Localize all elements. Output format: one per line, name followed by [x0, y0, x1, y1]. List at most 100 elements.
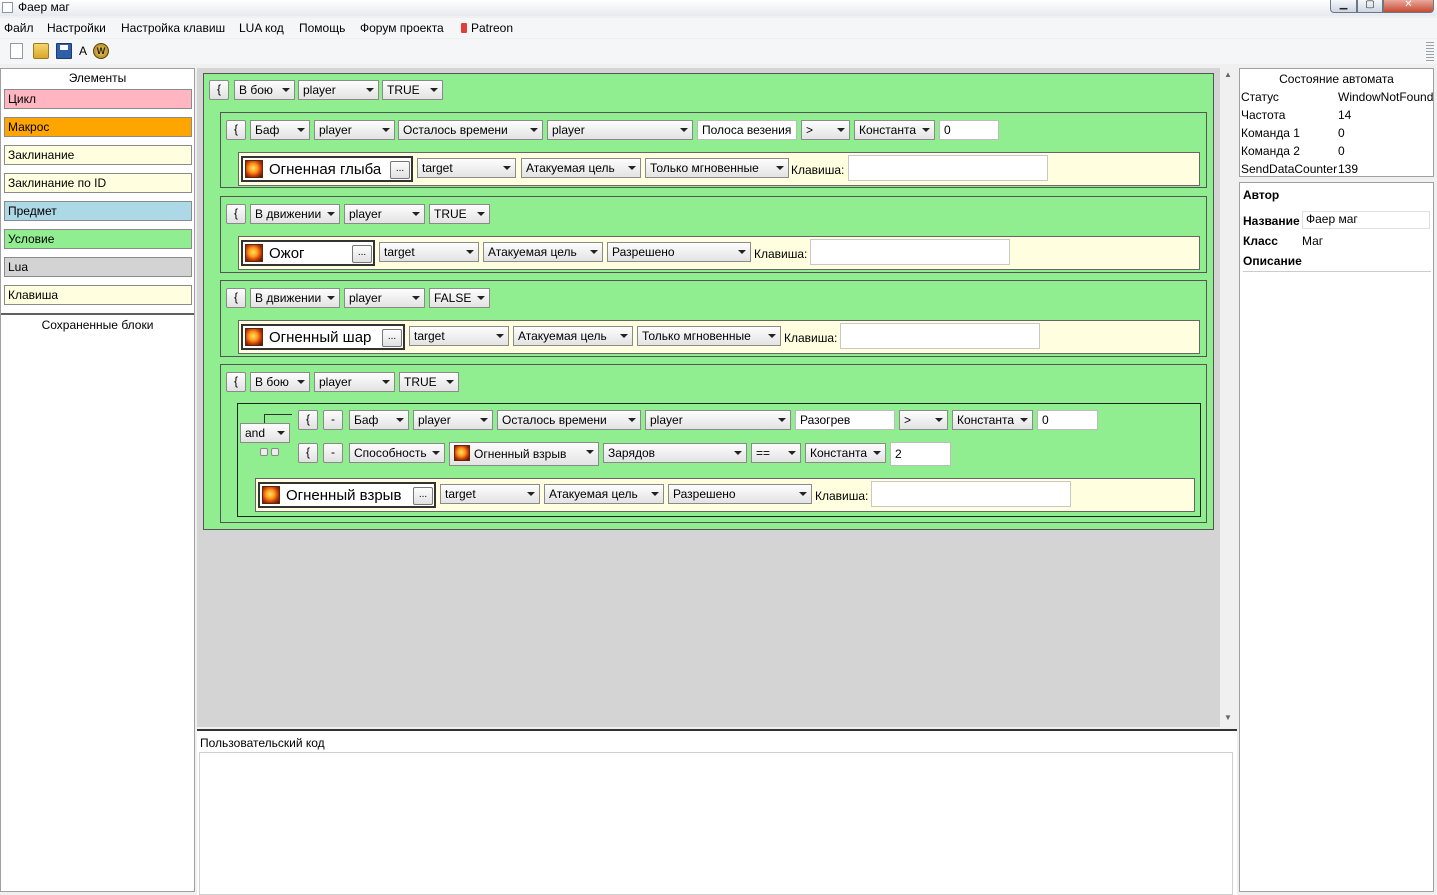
menu-bar: Файл Настройки Настройка клавиш LUA код … [0, 18, 1437, 38]
menu-patreon[interactable]: Patreon [461, 21, 513, 35]
element-item-item[interactable]: Предмет [4, 201, 192, 221]
property-dropdown[interactable]: Осталось времени [398, 120, 543, 140]
remove-button[interactable]: - [323, 443, 343, 463]
element-item-spell[interactable]: Заклинание [4, 145, 192, 165]
toolbar-grip[interactable] [1426, 42, 1434, 62]
wow-icon[interactable]: W [93, 43, 109, 59]
value-input[interactable]: 2 [890, 442, 951, 466]
name-input[interactable]: Фаер маг [1302, 211, 1430, 229]
operator-dropdown[interactable]: > [899, 410, 948, 430]
aura-name-input[interactable]: Полоса везения [697, 120, 797, 140]
key-input[interactable] [840, 323, 1040, 349]
bool-dropdown[interactable]: TRUE [429, 204, 490, 224]
source-dropdown[interactable]: Константа [952, 410, 1033, 430]
aura-type-dropdown[interactable]: Баф [250, 120, 310, 140]
remove-condition-icon[interactable] [271, 448, 279, 456]
bool-dropdown[interactable]: TRUE [399, 372, 459, 392]
window-title: Фаер маг [18, 0, 70, 14]
aura-type-dropdown[interactable]: Баф [349, 410, 409, 430]
condition-type-dropdown[interactable]: Способность [349, 443, 445, 463]
menu-help[interactable]: Помощь [299, 21, 345, 35]
spell-picker-button[interactable]: ... [352, 245, 372, 263]
element-item-condition[interactable]: Условие [4, 229, 192, 249]
brace-button[interactable]: { [226, 372, 246, 392]
menu-file[interactable]: Файл [4, 21, 34, 35]
cast-mode-dropdown[interactable]: Разрешено [607, 242, 751, 262]
condition-dropdown[interactable]: В движении [250, 288, 340, 308]
brace-button[interactable]: { [226, 288, 246, 308]
ability-dropdown[interactable]: Огненный взрыв [449, 442, 599, 466]
target-mode-dropdown[interactable]: Атакуемая цель [483, 242, 603, 262]
bool-dropdown[interactable]: FALSE [429, 288, 490, 308]
canvas-scrollbar[interactable]: ▲ ▼ [1220, 68, 1237, 727]
target-dropdown[interactable]: target [379, 242, 479, 262]
menu-settings[interactable]: Настройки [47, 21, 106, 35]
remove-button[interactable]: - [323, 410, 343, 430]
target-dropdown[interactable]: target [440, 484, 540, 504]
condition-dropdown[interactable]: В бою [234, 80, 295, 100]
target-dropdown[interactable]: target [409, 326, 509, 346]
unit-dropdown[interactable]: player [314, 120, 395, 140]
target-dropdown[interactable]: target [417, 158, 516, 178]
spell-picker-button[interactable]: ... [382, 329, 402, 347]
spell-picker-button[interactable]: ... [390, 161, 410, 179]
unit-dropdown[interactable]: player [413, 410, 493, 430]
class-value[interactable]: Маг [1302, 234, 1323, 248]
condition-dropdown[interactable]: В движении [250, 204, 340, 224]
key-input[interactable] [848, 155, 1048, 181]
brace-button[interactable]: { [298, 443, 318, 463]
unit-dropdown-2[interactable]: player [547, 120, 693, 140]
unit-dropdown[interactable]: player [298, 80, 379, 100]
key-input[interactable] [871, 481, 1071, 507]
target-mode-dropdown[interactable]: Атакуемая цель [513, 326, 633, 346]
maximize-button[interactable]: ▢ [1357, 0, 1383, 13]
elements-panel: Элементы Цикл Макрос Заклинание Заклинан… [0, 68, 195, 892]
condition-dropdown[interactable]: В бою [250, 372, 310, 392]
source-dropdown[interactable]: Константа [805, 443, 886, 463]
scroll-up-icon[interactable]: ▲ [1224, 70, 1232, 79]
menu-lua-code[interactable]: LUA код [239, 21, 284, 35]
brace-button[interactable]: { [298, 410, 318, 430]
font-button[interactable]: A [79, 43, 87, 59]
unit-dropdown[interactable]: player [314, 372, 395, 392]
add-condition-icon[interactable] [260, 448, 268, 456]
menu-forum[interactable]: Форум проекта [360, 21, 444, 35]
value-input[interactable]: 0 [1037, 410, 1098, 430]
element-item-key[interactable]: Клавиша [4, 285, 192, 305]
unit-dropdown[interactable]: player [344, 204, 425, 224]
minimize-button[interactable]: ▁ [1330, 0, 1357, 13]
source-dropdown[interactable]: Константа [854, 120, 935, 140]
menu-keybinds[interactable]: Настройка клавиш [121, 21, 225, 35]
target-mode-dropdown[interactable]: Атакуемая цель [521, 158, 641, 178]
element-item-macro[interactable]: Макрос [4, 117, 192, 137]
user-code-editor[interactable] [199, 752, 1233, 895]
operator-dropdown[interactable]: > [801, 120, 850, 140]
unit-dropdown[interactable]: player [344, 288, 425, 308]
key-input[interactable] [810, 239, 1010, 265]
element-item-spell-by-id[interactable]: Заклинание по ID [4, 173, 192, 193]
fire-spell-icon [262, 486, 280, 504]
scroll-down-icon[interactable]: ▼ [1224, 713, 1232, 722]
spell-picker-button[interactable]: ... [413, 487, 433, 505]
element-item-loop[interactable]: Цикл [4, 89, 192, 109]
unit-dropdown-2[interactable]: player [645, 410, 791, 430]
operator-dropdown[interactable]: == [751, 443, 801, 463]
brace-button[interactable]: { [226, 204, 246, 224]
open-folder-icon[interactable] [33, 43, 49, 59]
cast-mode-dropdown[interactable]: Разрешено [668, 484, 812, 504]
new-file-icon[interactable] [10, 43, 23, 59]
value-input[interactable]: 0 [939, 120, 999, 140]
close-button[interactable]: ✕ [1383, 0, 1434, 13]
logic-dropdown[interactable]: and [240, 423, 290, 443]
cast-mode-dropdown[interactable]: Только мгновенные [637, 326, 781, 346]
save-icon[interactable] [56, 43, 72, 59]
element-item-lua[interactable]: Lua [4, 257, 192, 277]
bool-dropdown[interactable]: TRUE [382, 80, 443, 100]
target-mode-dropdown[interactable]: Атакуемая цель [544, 484, 664, 504]
property-dropdown[interactable]: Зарядов [603, 443, 747, 463]
cast-mode-dropdown[interactable]: Только мгновенные [645, 158, 789, 178]
property-dropdown[interactable]: Осталось времени [497, 410, 641, 430]
brace-button[interactable]: { [226, 120, 246, 140]
brace-button[interactable]: { [209, 80, 229, 100]
aura-name-input[interactable]: Разогрев [795, 410, 895, 430]
